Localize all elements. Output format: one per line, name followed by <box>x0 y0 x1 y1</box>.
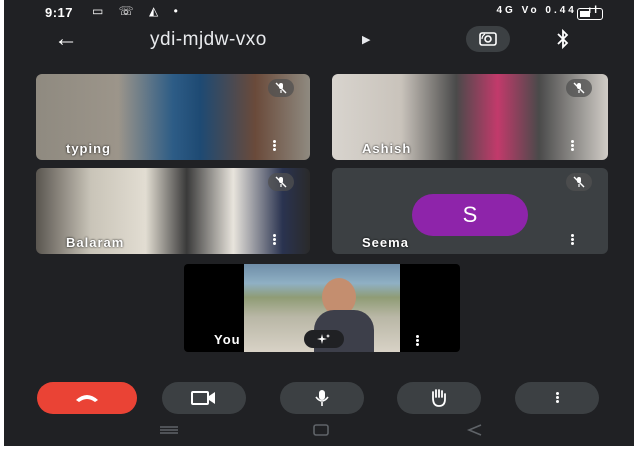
meeting-code[interactable]: ydi-mjdw-vxo <box>150 29 267 51</box>
participant-tile[interactable]: typing <box>36 74 310 160</box>
participant-tile[interactable]: Balaram <box>36 168 310 254</box>
expand-arrow-icon[interactable]: ▶ <box>362 33 370 46</box>
more-options-icon[interactable] <box>570 139 574 152</box>
back-arrow-icon[interactable]: ← <box>54 26 78 52</box>
participant-tile[interactable]: S Seema <box>332 168 608 254</box>
notification-icons: ▭ ☏ ◭ • <box>92 4 184 18</box>
end-call-button[interactable] <box>37 382 137 414</box>
call-controls <box>4 380 634 416</box>
mic-off-icon <box>275 176 287 188</box>
more-options-icon[interactable] <box>416 334 419 347</box>
participant-tile[interactable]: Ashish <box>332 74 608 160</box>
more-options-icon[interactable] <box>272 139 276 152</box>
network-right: Vo <box>521 5 540 16</box>
microphone-icon <box>315 390 329 406</box>
mic-off-icon <box>275 82 287 94</box>
data-speed: 0.44 <box>545 5 577 16</box>
camera-button[interactable] <box>162 382 246 414</box>
effects-button[interactable] <box>304 330 344 348</box>
mic-off-icon <box>573 82 585 94</box>
more-options-button[interactable] <box>515 382 599 414</box>
mic-off-indicator <box>268 173 294 191</box>
raise-hand-icon <box>432 389 446 407</box>
self-view-tile[interactable]: You <box>184 264 460 352</box>
home-icon[interactable] <box>312 424 330 436</box>
recent-apps-icon[interactable] <box>158 424 180 436</box>
mic-off-indicator <box>268 79 294 97</box>
phone-screen: 9:17 ▭ ☏ ◭ • 4G Vo 0.44 .ıl ← ydi-mjdw-v… <box>4 0 634 446</box>
participant-name: Balaram <box>66 235 125 250</box>
sparkle-icon <box>317 334 330 344</box>
mic-off-icon <box>573 176 585 188</box>
more-options-icon[interactable] <box>570 233 574 246</box>
participant-name: You <box>214 332 241 347</box>
avatar: S <box>412 194 528 236</box>
switch-camera-icon <box>479 32 497 46</box>
top-bar: ← ydi-mjdw-vxo ▶ <box>4 26 634 54</box>
bluetooth-audio-icon[interactable] <box>556 28 570 50</box>
status-time: 9:17 <box>45 5 74 20</box>
end-call-icon <box>76 395 98 402</box>
network-left: 4G <box>496 5 516 16</box>
navigation-bar <box>4 420 634 446</box>
mic-off-indicator <box>566 79 592 97</box>
switch-camera-button[interactable] <box>466 26 510 52</box>
mic-off-indicator <box>566 173 592 191</box>
microphone-button[interactable] <box>280 382 364 414</box>
more-options-icon[interactable] <box>272 233 276 246</box>
back-nav-icon[interactable] <box>466 424 484 436</box>
participant-name: typing <box>66 141 111 156</box>
battery-icon <box>577 8 603 20</box>
status-bar: 9:17 ▭ ☏ ◭ • 4G Vo 0.44 .ıl <box>4 0 634 26</box>
participant-name: Seema <box>362 235 409 250</box>
camera-icon <box>191 391 215 405</box>
raise-hand-button[interactable] <box>397 382 481 414</box>
participant-name: Ashish <box>362 141 412 156</box>
more-vert-icon <box>555 391 559 404</box>
